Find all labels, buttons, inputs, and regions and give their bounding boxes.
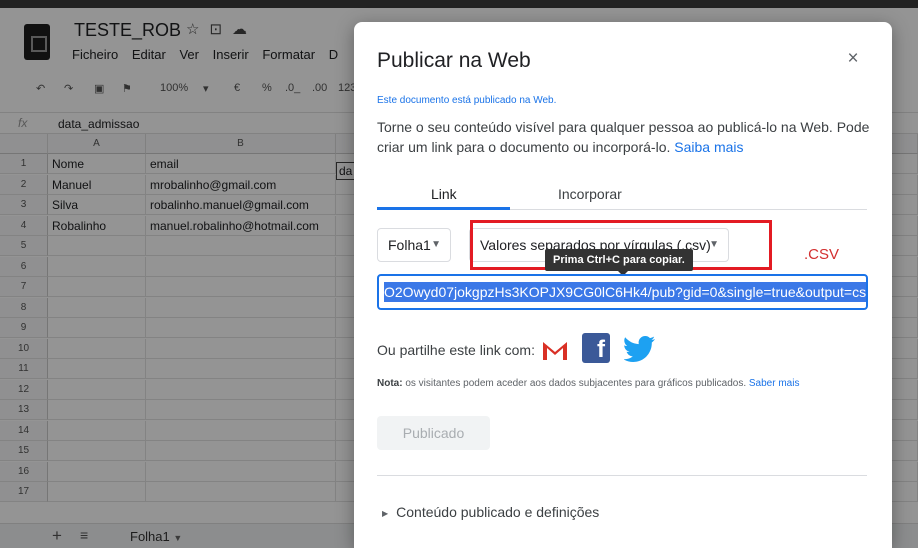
dialog-description: Torne o seu conteúdo visível para qualqu…	[377, 117, 873, 157]
note-label: Nota:	[377, 378, 403, 389]
sheet-select-value: Folha1	[388, 237, 431, 253]
tab-embed[interactable]: Incorporar	[558, 186, 622, 202]
divider	[377, 475, 867, 476]
published-url-text: O2Owyd07jokgpzHs3KOPJX9CG0lC6Hk4/pub?gid…	[384, 282, 866, 302]
publish-tabs: Link Incorporar	[377, 182, 867, 210]
close-icon[interactable]: ×	[842, 48, 864, 70]
published-content-settings-expander[interactable]: ▶ Conteúdo publicado e definições	[382, 504, 599, 520]
gmail-icon[interactable]	[540, 337, 570, 363]
chevron-right-icon: ▶	[382, 508, 389, 518]
publish-to-web-dialog: Publicar na Web × Este documento está pu…	[354, 22, 892, 548]
share-label: Ou partilhe este link com:	[377, 342, 535, 358]
active-tab-indicator	[377, 207, 510, 210]
published-status: Este documento está publicado na Web.	[377, 95, 557, 106]
copy-tooltip: Prima Ctrl+C para copiar.	[545, 249, 693, 276]
learn-more-link[interactable]: Saiba mais	[674, 139, 743, 155]
dialog-title: Publicar na Web	[377, 49, 531, 72]
description-text: Torne o seu conteúdo visível para qualqu…	[377, 119, 870, 155]
published-url-field[interactable]: O2Owyd07jokgpzHs3KOPJX9CG0lC6Hk4/pub?gid…	[377, 274, 868, 310]
twitter-icon[interactable]	[624, 335, 656, 363]
published-button[interactable]: Publicado	[377, 416, 490, 450]
tab-link[interactable]: Link	[431, 186, 457, 202]
sheet-select[interactable]: Folha1 ▼	[377, 228, 451, 262]
csv-annotation: .CSV	[804, 246, 840, 263]
note-text: Nota: os visitantes podem aceder aos dad…	[377, 378, 799, 389]
caret-down-icon: ▼	[431, 239, 441, 250]
facebook-icon[interactable]: f	[582, 333, 610, 363]
note-learn-more-link[interactable]: Saber mais	[749, 378, 800, 389]
expander-label: Conteúdo publicado e definições	[396, 504, 600, 520]
note-body: os visitantes podem aceder aos dados sub…	[405, 378, 747, 389]
